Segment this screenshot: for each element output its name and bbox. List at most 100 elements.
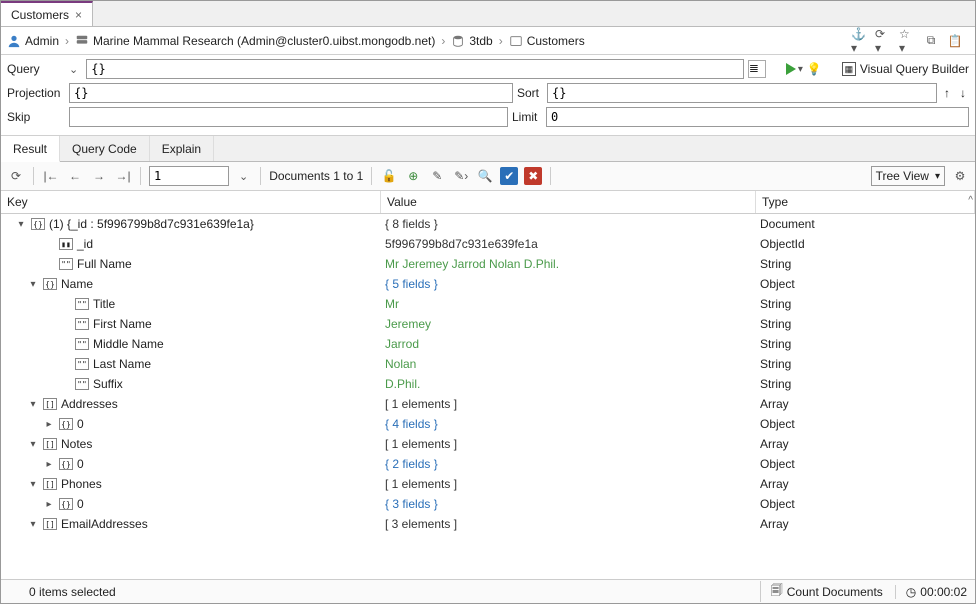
- field-type: Document: [760, 217, 815, 231]
- apply-icon[interactable]: ✔: [500, 167, 518, 185]
- page-number-input[interactable]: [149, 166, 229, 186]
- field-key: Phones: [61, 477, 102, 491]
- tab-query-code[interactable]: Query Code: [60, 136, 150, 161]
- field-value: { 8 fields }: [385, 217, 438, 231]
- count-icon: 🗐: [771, 581, 783, 602]
- close-icon[interactable]: ×: [75, 8, 82, 22]
- expand-toggle[interactable]: [27, 439, 39, 450]
- vqb-label: Visual Query Builder: [860, 62, 969, 76]
- result-tree: Key Value Type ^ {}(1) {_id : 5f996799b8…: [1, 191, 975, 579]
- editor-tab[interactable]: Customers ×: [1, 1, 93, 26]
- count-documents-button[interactable]: 🗐 Count Documents: [760, 581, 883, 602]
- page-dropdown-icon[interactable]: ⌄: [235, 170, 252, 183]
- column-value[interactable]: Value: [381, 191, 756, 213]
- query-input[interactable]: [86, 59, 744, 79]
- field-value: Mr Jeremey Jarrod Nolan D.Phil.: [385, 257, 559, 271]
- tree-row[interactable]: {}0 { 2 fields } Object: [1, 454, 975, 474]
- view-document-icon[interactable]: ✎›: [452, 167, 470, 185]
- tree-row[interactable]: {}0 { 3 fields } Object: [1, 494, 975, 514]
- first-page-icon[interactable]: |←: [42, 167, 60, 185]
- tree-row[interactable]: ""First Name Jeremey String: [1, 314, 975, 334]
- unlock-icon[interactable]: 🔓: [380, 167, 398, 185]
- status-bar: 0 items selected 🗐 Count Documents ◷ 00:…: [1, 579, 975, 603]
- prev-page-icon[interactable]: ←: [66, 167, 84, 185]
- add-document-icon[interactable]: ⊕: [404, 167, 422, 185]
- breadcrumb-user[interactable]: Admin: [25, 34, 59, 48]
- expand-toggle[interactable]: [43, 419, 55, 430]
- tree-row[interactable]: []EmailAddresses [ 3 elements ] Array: [1, 514, 975, 534]
- field-key: (1) {_id : 5f996799b8d7c931e639fe1a}: [49, 217, 254, 231]
- tree-row[interactable]: ""Middle Name Jarrod String: [1, 334, 975, 354]
- field-type-icon: {}: [59, 418, 73, 430]
- expand-toggle[interactable]: [27, 279, 39, 290]
- field-value: { 3 fields }: [385, 497, 438, 511]
- gear-icon[interactable]: ⚙: [951, 167, 969, 185]
- tree-row[interactable]: ""Last Name Nolan String: [1, 354, 975, 374]
- tree-row[interactable]: {}0 { 4 fields } Object: [1, 414, 975, 434]
- tab-explain[interactable]: Explain: [150, 136, 214, 161]
- discard-icon[interactable]: ✖: [524, 167, 542, 185]
- expand-toggle[interactable]: [27, 519, 39, 530]
- tree-row[interactable]: []Notes [ 1 elements ] Array: [1, 434, 975, 454]
- refresh-icon[interactable]: ⟳ ▾: [875, 33, 891, 49]
- tree-row[interactable]: ▮▮_id 5f996799b8d7c931e639fe1a ObjectId: [1, 234, 975, 254]
- chevron-down-icon: ▾: [935, 171, 940, 182]
- expand-toggle[interactable]: [15, 219, 27, 230]
- field-type: String: [760, 357, 791, 371]
- last-page-icon[interactable]: →|: [114, 167, 132, 185]
- query-dropdown-icon[interactable]: ⌄: [65, 63, 82, 76]
- run-query-button[interactable]: ▾: [786, 63, 803, 75]
- edit-document-icon[interactable]: ✎: [428, 167, 446, 185]
- field-type: String: [760, 337, 791, 351]
- field-type: Array: [760, 437, 789, 451]
- expand-toggle[interactable]: [27, 479, 39, 490]
- breadcrumb-connection[interactable]: Marine Mammal Research (Admin@cluster0.u…: [93, 34, 435, 48]
- search-document-icon[interactable]: 🔍: [476, 167, 494, 185]
- field-value: 5f996799b8d7c931e639fe1a: [385, 237, 538, 251]
- query-options-icon[interactable]: ≣: [748, 60, 766, 78]
- anchor-icon[interactable]: ⚓ ▾: [851, 33, 867, 49]
- tree-row[interactable]: []Addresses [ 1 elements ] Array: [1, 394, 975, 414]
- view-mode-select[interactable]: Tree View ▾: [871, 166, 945, 186]
- column-key[interactable]: Key: [1, 191, 381, 213]
- sort-asc-icon[interactable]: ↑: [941, 86, 953, 100]
- limit-label: Limit: [512, 110, 542, 124]
- field-key: Last Name: [93, 357, 151, 371]
- breadcrumb-db[interactable]: 3tdb: [469, 34, 492, 48]
- field-key: Full Name: [77, 257, 132, 271]
- visual-query-builder-button[interactable]: ▦ Visual Query Builder: [842, 62, 969, 76]
- skip-input[interactable]: [69, 107, 508, 127]
- tree-row[interactable]: ""Suffix D.Phil. String: [1, 374, 975, 394]
- vqb-icon: ▦: [842, 62, 856, 76]
- elapsed-time: ◷ 00:00:02: [895, 585, 967, 599]
- tree-row[interactable]: {}Name { 5 fields } Object: [1, 274, 975, 294]
- limit-input[interactable]: [546, 107, 969, 127]
- editor-tab-bar: Customers ×: [1, 1, 975, 27]
- expand-toggle[interactable]: [43, 499, 55, 510]
- copy-icon[interactable]: ⧉: [923, 33, 939, 49]
- scroll-up-icon[interactable]: ^: [968, 195, 973, 206]
- projection-input[interactable]: [69, 83, 513, 103]
- tree-row[interactable]: ""Title Mr String: [1, 294, 975, 314]
- breadcrumb-collection[interactable]: Customers: [527, 34, 585, 48]
- column-type[interactable]: Type: [756, 191, 975, 213]
- field-type: Object: [760, 277, 795, 291]
- sort-input[interactable]: [547, 83, 937, 103]
- expand-toggle[interactable]: [43, 459, 55, 470]
- field-key: _id: [77, 237, 93, 251]
- paste-icon[interactable]: 📋: [947, 33, 963, 49]
- tree-row[interactable]: ""Full Name Mr Jeremey Jarrod Nolan D.Ph…: [1, 254, 975, 274]
- next-page-icon[interactable]: →: [90, 167, 108, 185]
- database-icon: [451, 34, 465, 48]
- star-icon[interactable]: ☆ ▾: [899, 33, 915, 49]
- tree-row[interactable]: []Phones [ 1 elements ] Array: [1, 474, 975, 494]
- hint-icon[interactable]: 💡: [807, 62, 822, 76]
- tree-row[interactable]: {}(1) {_id : 5f996799b8d7c931e639fe1a} {…: [1, 214, 975, 234]
- field-value: [ 1 elements ]: [385, 477, 457, 491]
- tab-result[interactable]: Result: [1, 136, 60, 162]
- result-tab-bar: Result Query Code Explain: [1, 136, 975, 162]
- field-type-icon: []: [43, 518, 57, 530]
- sort-desc-icon[interactable]: ↓: [957, 86, 969, 100]
- expand-toggle[interactable]: [27, 399, 39, 410]
- refresh-results-icon[interactable]: ⟳: [7, 167, 25, 185]
